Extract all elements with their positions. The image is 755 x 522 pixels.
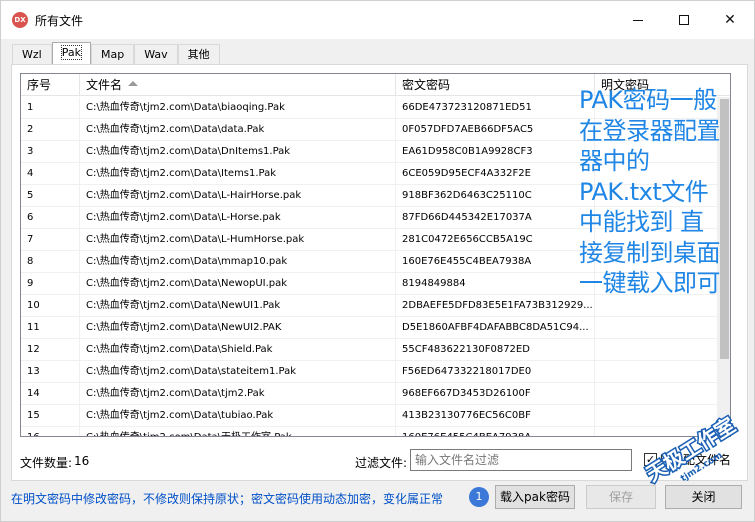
cell-filename: C:\热血传奇\tjm2.com\Data\L-HumHorse.pak [80, 229, 396, 250]
minimize-button[interactable] [615, 1, 661, 39]
tab-other[interactable]: 其他 [177, 44, 220, 64]
table-row[interactable]: 16C:\热血传奇\tjm2.com\Data\天极工作室.Pak160E76E… [21, 427, 718, 436]
cell-index: 11 [21, 317, 80, 338]
cell-index: 16 [21, 427, 80, 436]
close-icon: ✕ [724, 12, 736, 28]
overlay-line: 接复制到桌面 [579, 238, 721, 267]
cell-filename: C:\热血传奇\tjm2.com\Data\NewUI2.PAK [80, 317, 396, 338]
cell-filename: C:\热血传奇\tjm2.com\Data\L-HairHorse.pak [80, 185, 396, 206]
cell-cipher: 281C0472E656CCB5A19C [396, 229, 595, 250]
cell-cipher: 55CF483622130F0872ED [396, 339, 595, 360]
table-row[interactable]: 13 C:\热血传奇\tjm2.com\Data\stateitem1.Pak F5… [21, 361, 718, 383]
cell-index: 3 [21, 141, 80, 162]
cell-filename: C:\热血传奇\tjm2.com\Data\L-Horse.pak [80, 207, 396, 228]
cell-index: 10 [21, 295, 80, 316]
cell-filename: C:\热血传奇\tjm2.com\Data\biaoqing.Pak [80, 97, 396, 118]
title-bar: DX 所有文件 ✕ [1, 1, 754, 39]
cell-cipher: 413B23130776EC56C0BF [396, 405, 595, 426]
table-row[interactable]: 14 C:\热血传奇\tjm2.com\Data\tjm2.Pak 968EF667… [21, 383, 718, 405]
cell-cipher: EA61D958C0B1A9928CF3 [396, 141, 595, 162]
cell-plain[interactable] [595, 339, 718, 360]
cell-cipher: 968EF667D3453D26100F [396, 383, 595, 404]
cell-index: 13 [21, 361, 80, 382]
window-title: 所有文件 [35, 14, 84, 28]
cell-index: 15 [21, 405, 80, 426]
cell-cipher: 66DE473723120871ED51 [396, 97, 595, 118]
overlay-line: 在登录器配置 [579, 116, 721, 145]
cell-cipher: 8194849884 [396, 273, 595, 294]
cell-index: 5 [21, 185, 80, 206]
cell-index: 1 [21, 97, 80, 118]
cell-index: 8 [21, 251, 80, 272]
overlay-line: PAK.txt文件 [579, 177, 709, 206]
step-badge: 1 [469, 487, 489, 507]
overlay-line: 器中的 [579, 147, 650, 175]
table-row[interactable]: 15 C:\热血传奇\tjm2.com\Data\tubiao.Pak 413B23… [21, 405, 718, 427]
maximize-button[interactable] [661, 1, 707, 39]
tab-wav[interactable]: Wav [134, 44, 178, 64]
file-count-label: 文件数量: [20, 456, 73, 470]
column-header-index[interactable]: 序号 [21, 74, 80, 96]
filter-label: 过滤文件: [355, 456, 408, 470]
filter-input[interactable] [410, 449, 632, 471]
cell-cipher: 160E76E455C4BEA7938A [396, 427, 595, 436]
table-row[interactable]: 12 C:\热血传奇\tjm2.com\Data\Shield.Pak 55CF48… [21, 339, 718, 361]
cell-index: 7 [21, 229, 80, 250]
cell-filename: C:\热血传奇\tjm2.com\Data\Items1.Pak [80, 163, 396, 184]
cell-filename: C:\热血传奇\tjm2.com\Data\tjm2.Pak [80, 383, 396, 404]
instruction-overlay: PAK密码一般 在登录器配置 器中的 PAK.txt文件 中能找到 直 接复制到… [579, 85, 749, 299]
cell-filename: C:\热血传奇\tjm2.com\Data\tubiao.Pak [80, 405, 396, 426]
cell-filename: C:\热血传奇\tjm2.com\Data\天极工作室.Pak [80, 427, 396, 436]
load-pak-password-button[interactable]: 载入pak密码 [495, 485, 575, 509]
cell-plain[interactable] [595, 361, 718, 382]
cell-index: 12 [21, 339, 80, 360]
tab-pak[interactable]: Pak [51, 42, 91, 64]
cell-cipher: 87FD66D445342E17037A [396, 207, 595, 228]
cell-filename: C:\热血传奇\tjm2.com\Data\NewopUI.pak [80, 273, 396, 294]
cell-plain[interactable] [595, 317, 718, 338]
tab-map[interactable]: Map [90, 44, 135, 64]
app-icon: DX [12, 12, 28, 28]
cell-filename: C:\热血传奇\tjm2.com\Data\mmap10.pak [80, 251, 396, 272]
cell-cipher: D5E1860AFBF4DAFABBC8DA51C94... [396, 317, 595, 338]
cell-cipher: 0F057DFD7AEB66DF5AC5 [396, 119, 595, 140]
cell-index: 14 [21, 383, 80, 404]
overlay-line: PAK密码一般 [579, 86, 717, 114]
maximize-icon [679, 15, 689, 25]
cell-filename: C:\热血传奇\tjm2.com\Data\DnItems1.Pak [80, 141, 396, 162]
cell-cipher: 2DBAEFE5DFD83E5E1FA73B312929... [396, 295, 595, 316]
cell-cipher: 6CE059D95ECF4A332F2E [396, 163, 595, 184]
tab-bar: Wzl Pak Map Wav 其他 [12, 42, 220, 65]
app-window: DX 所有文件 ✕ Wzl Pak Map Wav 其他 序号 文件名 密文密码… [0, 0, 755, 522]
cell-filename: C:\热血传奇\tjm2.com\Data\Shield.Pak [80, 339, 396, 360]
cell-filename: C:\热血传奇\tjm2.com\Data\data.Pak [80, 119, 396, 140]
cell-index: 9 [21, 273, 80, 294]
cell-index: 6 [21, 207, 80, 228]
minimize-icon [633, 19, 643, 21]
cell-plain[interactable] [595, 383, 718, 404]
table-row[interactable]: 11 C:\热血传奇\tjm2.com\Data\NewUI2.PAK D5E186… [21, 317, 718, 339]
file-count-value: 16 [74, 454, 90, 468]
cell-filename: C:\热血传奇\tjm2.com\Data\stateitem1.Pak [80, 361, 396, 382]
sort-ascending-icon [128, 81, 138, 86]
hint-text: 在明文密码中修改密码，不修改则保持原状；密文密码使用动态加密，变化属正常 [11, 492, 444, 506]
cell-index: 2 [21, 119, 80, 140]
watermark-stamp: 天极工作室 tjm2.com [641, 411, 741, 487]
overlay-line: 中能找到 直 [579, 208, 704, 236]
overlay-line: 一键载入即可 [579, 269, 721, 297]
close-window-button[interactable]: ✕ [707, 1, 753, 39]
column-header-cipher[interactable]: 密文密码 [396, 74, 595, 96]
tab-wzl[interactable]: Wzl [12, 44, 52, 64]
cell-filename: C:\热血传奇\tjm2.com\Data\NewUI1.Pak [80, 295, 396, 316]
cell-index: 4 [21, 163, 80, 184]
cell-cipher: 160E76E455C4BEA7938A [396, 251, 595, 272]
column-header-filename[interactable]: 文件名 [80, 74, 396, 96]
cell-cipher: F56ED647332218017DE0 [396, 361, 595, 382]
cell-cipher: 918BF362D6463C25110C [396, 185, 595, 206]
